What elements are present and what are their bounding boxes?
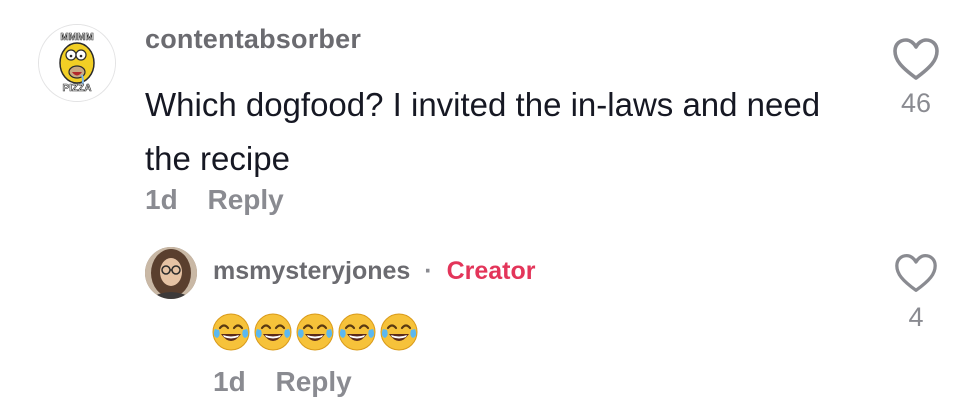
- comment-like: 46: [880, 36, 952, 119]
- heart-outline-icon[interactable]: [891, 36, 941, 82]
- tears-of-joy-emoji-icon: [254, 313, 292, 351]
- tears-of-joy-emoji-icon: [296, 313, 334, 351]
- like-count: 46: [900, 88, 932, 118]
- user-photo-avatar-icon: [145, 247, 197, 299]
- reply-meta: 1d Reply: [213, 366, 352, 398]
- comment-text: Which dogfood? I invited the in-laws and…: [145, 86, 821, 177]
- homer-pizza-avatar-icon: MMMM PIZZA: [39, 25, 115, 101]
- reply-timestamp: 1d: [213, 366, 246, 397]
- svg-text:PIZZA: PIZZA: [63, 83, 92, 94]
- creator-avatar[interactable]: [145, 247, 197, 299]
- reply-text: [211, 312, 419, 354]
- heart-outline-icon[interactable]: [893, 252, 939, 294]
- creator-username[interactable]: msmysteryjones: [213, 257, 410, 285]
- tears-of-joy-emoji-icon: [338, 313, 376, 351]
- reply-like: 4: [880, 252, 952, 333]
- comment-meta: 1d Reply: [145, 184, 284, 216]
- like-count: 4: [908, 302, 924, 332]
- commenter-username[interactable]: contentabsorber: [145, 24, 361, 55]
- comment-timestamp: 1d: [145, 184, 178, 215]
- separator-dot: ·: [424, 257, 433, 285]
- svg-text:MMMM: MMMM: [60, 32, 93, 43]
- reply-header: msmysteryjones · Creator: [213, 257, 535, 286]
- reply-button[interactable]: Reply: [275, 366, 351, 397]
- tears-of-joy-emoji-icon: [380, 313, 418, 351]
- tears-of-joy-emoji-icon: [212, 313, 250, 351]
- commenter-avatar[interactable]: MMMM PIZZA: [38, 24, 116, 102]
- reply-button[interactable]: Reply: [207, 184, 283, 215]
- creator-badge: Creator: [446, 257, 536, 285]
